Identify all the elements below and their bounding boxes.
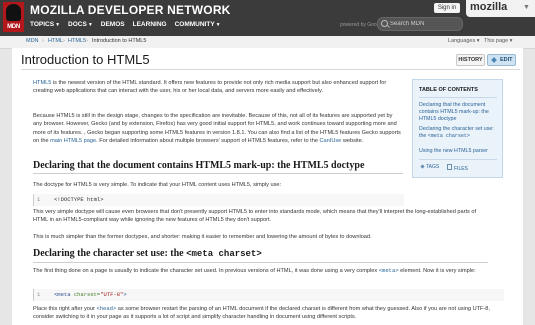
tags-link[interactable]: TAGS — [420, 164, 439, 170]
line-number: 1 — [37, 291, 41, 298]
nav-demos[interactable]: DEMOS — [101, 19, 125, 31]
history-button[interactable]: HISTORY — [456, 54, 485, 66]
heading-charset: Declaring the character set use: the <me… — [33, 248, 262, 259]
toc-title: TABLE OF CONTENTS — [419, 87, 478, 93]
page-root: MDN MOZILLA DEVELOPER NETWORK TOPICS▼ DO… — [0, 0, 535, 325]
standards-mode-paragraph: This very simple doctype will cause even… — [33, 209, 477, 224]
breadcrumb-separator: › — [42, 38, 44, 44]
languages-menu[interactable]: Languages ▾ — [448, 38, 480, 44]
sign-in-button[interactable]: Sign in — [434, 3, 460, 13]
chevron-down-icon: ▼ — [215, 22, 221, 28]
mozilla-tab[interactable]: mozilla ▼ — [466, 0, 535, 17]
line-number: 1 — [37, 196, 41, 203]
site-title[interactable]: MOZILLA DEVELOPER NETWORK — [30, 3, 231, 17]
tag-icon — [420, 164, 425, 169]
toc-divider — [419, 159, 497, 160]
nav-learning[interactable]: LEARNING — [133, 19, 167, 31]
pencil-icon — [491, 57, 497, 63]
this-page-menu[interactable]: This page ▾ — [484, 38, 512, 44]
code-line: <!DOCTYPE html> — [54, 196, 104, 203]
code-block-doctype: 1 <!DOCTYPE html> — [33, 194, 404, 206]
search-box[interactable] — [377, 17, 463, 31]
toc-item-parser[interactable]: Using the new HTML5 parser — [419, 148, 499, 155]
nav-topics[interactable]: TOPICS▼ — [30, 19, 60, 31]
mdn-logo[interactable]: MDN — [3, 2, 24, 32]
search-input[interactable] — [390, 19, 460, 29]
heading-divider — [33, 173, 403, 174]
nav-community[interactable]: COMMUNITY▼ — [175, 19, 221, 31]
breadcrumb-current: Introduction to HTML5 — [92, 38, 147, 44]
main-nav: TOPICS▼ DOCS▼ DEMOS LEARNING COMMUNITY▼ — [30, 19, 229, 31]
edit-label: EDIT — [500, 57, 513, 63]
html5-link[interactable]: HTML5 — [33, 80, 51, 86]
toc-divider — [419, 97, 497, 98]
chevron-down-icon: ▼ — [523, 4, 530, 11]
files-link[interactable]: FILES — [447, 164, 468, 172]
page-title: Introduction to HTML5 — [21, 52, 150, 67]
intro-paragraph: HTML5 is the newest version of the HTML … — [33, 80, 387, 95]
breadcrumb-separator: › — [86, 38, 88, 44]
site-header: MDN MOZILLA DEVELOPER NETWORK TOPICS▼ DO… — [0, 0, 535, 36]
chevron-down-icon: ▼ — [87, 22, 93, 28]
title-divider — [21, 69, 520, 70]
charset-paragraph: The first thing done on a page is usuall… — [33, 267, 476, 274]
breadcrumb-mdn[interactable]: MDN — [26, 38, 39, 44]
chevron-down-icon: ▼ — [55, 22, 61, 28]
caniuse-link[interactable]: CanIUse — [320, 138, 342, 144]
code-block-meta: 1 <meta charset="UTF-8"> — [33, 289, 504, 301]
logo-text: MDN — [7, 24, 20, 30]
simpler-paragraph: This is much simpler than the former doc… — [33, 234, 372, 240]
breadcrumb-html[interactable]: HTML — [48, 38, 63, 44]
table-of-contents: TABLE OF CONTENTS Declaring that the doc… — [412, 79, 503, 178]
search-icon — [381, 20, 388, 27]
main-html5-page-link[interactable]: main HTML5 page — [50, 138, 96, 144]
nav-docs[interactable]: DOCS▼ — [68, 19, 93, 31]
file-icon — [447, 164, 452, 170]
breadcrumb-separator: › — [63, 38, 65, 44]
support-paragraph: Because HTML5 is still in the design sta… — [33, 113, 401, 145]
code-line: <meta charset="UTF-8"> — [54, 291, 127, 298]
doctype-paragraph: The doctype for HTML5 is very simple. To… — [33, 182, 282, 188]
mozilla-wordmark: mozilla — [470, 1, 508, 13]
toc-item-charset[interactable]: Declaring the character set use: the <me… — [419, 126, 499, 140]
dinosaur-icon — [6, 4, 21, 21]
placement-paragraph: Place this right after your <head> as so… — [33, 305, 490, 321]
breadcrumb-html5[interactable]: HTML5 — [68, 38, 86, 44]
edit-button[interactable]: EDIT — [487, 54, 516, 66]
heading-doctype: Declaring that the document contains HTM… — [33, 160, 365, 171]
heading-divider — [33, 262, 488, 263]
toc-item-doctype[interactable]: Declaring that the document contains HTM… — [419, 102, 499, 122]
